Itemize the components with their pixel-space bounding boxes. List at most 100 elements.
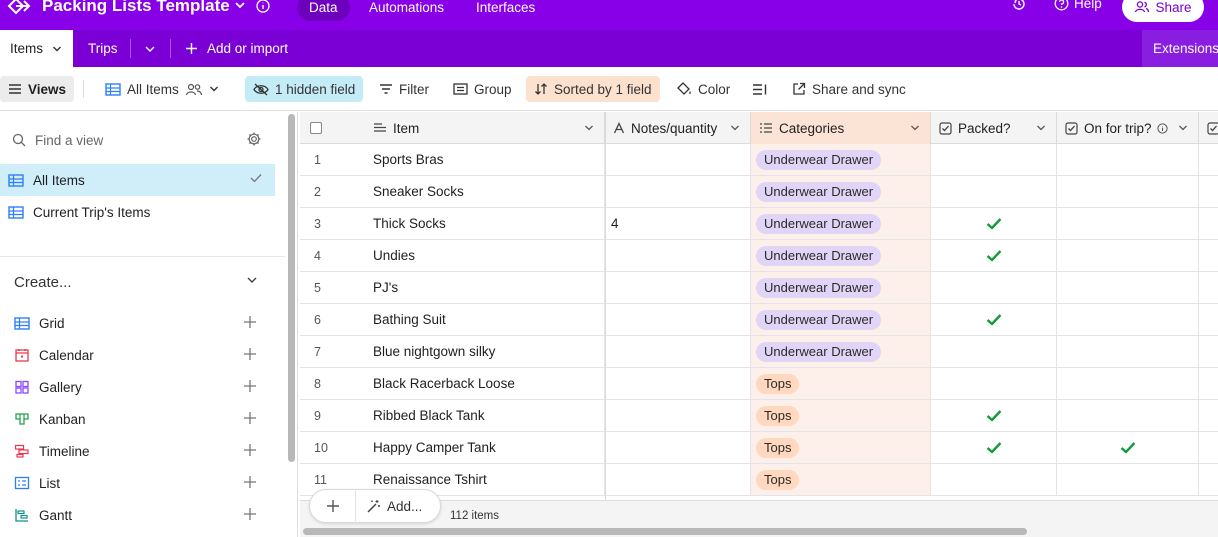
add-with-ai-button[interactable]: Add...: [356, 499, 422, 514]
column-header-notes[interactable]: Notes/quantity: [605, 112, 751, 144]
cell-on-for-trip[interactable]: [1057, 400, 1199, 431]
table-row[interactable]: 8 Black Racerback Loose Tops: [300, 368, 1218, 400]
create-grid[interactable]: Grid: [14, 313, 264, 333]
cell-item[interactable]: Ribbed Black Tank: [365, 400, 605, 431]
find-view-search[interactable]: Find a view: [12, 130, 262, 150]
table-row[interactable]: 11 Renaissance Tshirt Tops: [300, 464, 1218, 496]
create-list[interactable]: List: [14, 473, 264, 493]
cell-next-column[interactable]: [1199, 208, 1218, 239]
cell-packed[interactable]: [931, 464, 1057, 495]
cell-item[interactable]: Bathing Suit: [365, 304, 605, 335]
sidebar-scrollbar[interactable]: [288, 114, 295, 462]
airtable-logo-icon[interactable]: [6, 0, 32, 17]
group-button[interactable]: Group: [445, 76, 520, 102]
share-button[interactable]: Share: [1122, 0, 1204, 22]
cell-next-column[interactable]: [1199, 336, 1218, 367]
select-all-cell[interactable]: [300, 112, 365, 144]
column-header-packed[interactable]: Packed?: [931, 112, 1057, 144]
table-row[interactable]: 5 PJ's Underwear Drawer: [300, 272, 1218, 304]
create-gallery[interactable]: Gallery: [14, 377, 264, 397]
history-button[interactable]: [1011, 0, 1027, 12]
plus-icon[interactable]: [243, 475, 257, 489]
cell-categories[interactable]: Underwear Drawer: [751, 240, 931, 271]
cell-packed[interactable]: [931, 368, 1057, 399]
cell-on-for-trip[interactable]: [1057, 304, 1199, 335]
cell-next-column[interactable]: [1199, 464, 1218, 495]
cell-categories[interactable]: Tops: [751, 432, 931, 463]
table-row[interactable]: 4 Undies Underwear Drawer: [300, 240, 1218, 272]
cell-categories[interactable]: Underwear Drawer: [751, 336, 931, 367]
cell-next-column[interactable]: [1199, 304, 1218, 335]
cell-on-for-trip[interactable]: [1057, 240, 1199, 271]
cell-item[interactable]: Sports Bras: [365, 144, 605, 175]
plus-icon[interactable]: [243, 379, 257, 393]
hide-fields-button[interactable]: 1 hidden field: [245, 76, 364, 102]
cell-item[interactable]: Happy Camper Tank: [365, 432, 605, 463]
cell-notes[interactable]: [605, 464, 751, 495]
plus-icon[interactable]: [243, 443, 257, 457]
create-timeline[interactable]: Timeline: [14, 441, 264, 461]
views-toggle-button[interactable]: Views: [0, 76, 75, 102]
cell-item[interactable]: Blue nightgown silky: [365, 336, 605, 367]
plus-icon[interactable]: [243, 347, 257, 361]
chevron-down-icon[interactable]: [910, 124, 920, 132]
row-height-button[interactable]: [744, 76, 776, 102]
cell-categories[interactable]: Tops: [751, 400, 931, 431]
cell-categories[interactable]: Tops: [751, 368, 931, 399]
cell-packed[interactable]: [931, 240, 1057, 271]
cell-categories[interactable]: Underwear Drawer: [751, 144, 931, 175]
create-kanban[interactable]: Kanban: [14, 409, 264, 429]
info-icon[interactable]: [1157, 123, 1168, 134]
tab-data[interactable]: Data: [297, 0, 350, 21]
tab-automations[interactable]: Automations: [357, 0, 456, 21]
cell-packed[interactable]: [931, 400, 1057, 431]
cell-on-for-trip[interactable]: [1057, 208, 1199, 239]
table-tab-items[interactable]: Items: [0, 30, 73, 67]
column-header-categories[interactable]: Categories: [751, 112, 931, 144]
column-header-item[interactable]: Item: [365, 112, 605, 144]
cell-next-column[interactable]: [1199, 240, 1218, 271]
filter-button[interactable]: Filter: [371, 76, 437, 102]
chevron-down-icon[interactable]: [52, 45, 62, 53]
cell-packed[interactable]: [931, 144, 1057, 175]
cell-categories[interactable]: Tops: [751, 464, 931, 495]
cell-on-for-trip[interactable]: [1057, 144, 1199, 175]
cell-categories[interactable]: Underwear Drawer: [751, 304, 931, 335]
cell-item[interactable]: Black Racerback Loose: [365, 368, 605, 399]
extensions-button[interactable]: Extensions: [1142, 30, 1218, 67]
chevron-down-icon[interactable]: [1178, 124, 1188, 132]
sidebar-view-current-trip[interactable]: Current Trip's Items: [0, 196, 275, 228]
cell-packed[interactable]: [931, 208, 1057, 239]
table-row[interactable]: 2 Sneaker Socks Underwear Drawer: [300, 176, 1218, 208]
plus-icon[interactable]: [243, 507, 257, 521]
cell-packed[interactable]: [931, 272, 1057, 303]
cell-packed[interactable]: [931, 432, 1057, 463]
cell-packed[interactable]: [931, 304, 1057, 335]
horizontal-scrollbar[interactable]: [303, 528, 1027, 535]
cell-next-column[interactable]: [1199, 176, 1218, 207]
chevron-down-icon[interactable]: [584, 124, 594, 132]
cell-notes[interactable]: [605, 432, 751, 463]
cell-item[interactable]: Undies: [365, 240, 605, 271]
chevron-down-icon[interactable]: [234, 1, 246, 11]
table-row[interactable]: 7 Blue nightgown silky Underwear Drawer: [300, 336, 1218, 368]
cell-next-column[interactable]: [1199, 272, 1218, 303]
table-row[interactable]: 6 Bathing Suit Underwear Drawer: [300, 304, 1218, 336]
cell-on-for-trip[interactable]: [1057, 368, 1199, 399]
create-heading[interactable]: Create...: [14, 274, 72, 291]
create-calendar[interactable]: Calendar: [14, 345, 264, 365]
column-header-on-for-trip[interactable]: On for trip?: [1057, 112, 1199, 144]
plus-icon[interactable]: [243, 315, 257, 329]
cell-notes[interactable]: [605, 304, 751, 335]
cell-next-column[interactable]: [1199, 432, 1218, 463]
sort-button[interactable]: Sorted by 1 field: [526, 76, 660, 102]
cell-categories[interactable]: Underwear Drawer: [751, 208, 931, 239]
table-row[interactable]: 10 Happy Camper Tank Tops: [300, 432, 1218, 464]
cell-on-for-trip[interactable]: [1057, 336, 1199, 367]
table-tab-trips[interactable]: Trips: [88, 30, 118, 67]
cell-notes[interactable]: [605, 400, 751, 431]
table-row[interactable]: 1 Sports Bras Underwear Drawer: [300, 144, 1218, 176]
cell-item[interactable]: Thick Socks: [365, 208, 605, 239]
tab-interfaces[interactable]: Interfaces: [464, 0, 547, 21]
help-button[interactable]: Help: [1054, 0, 1102, 11]
